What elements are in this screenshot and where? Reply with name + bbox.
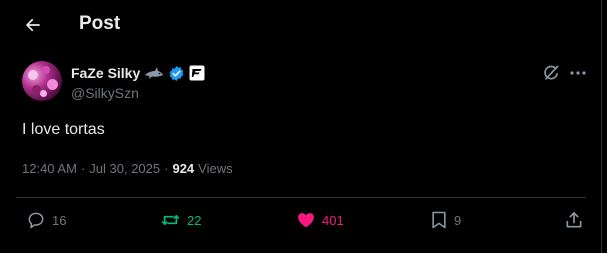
repost-button[interactable]: 22 — [160, 204, 201, 236]
author-name-row: FaZe Silky — [71, 63, 205, 83]
post-date[interactable]: Jul 30, 2025 — [89, 161, 160, 176]
post-detail-panel: Post FaZe Silky @SilkySzn I love tortas … — [0, 0, 602, 253]
heart-icon — [296, 210, 316, 230]
post-time[interactable]: 12:40 AM — [22, 161, 77, 176]
share-button[interactable] — [564, 204, 584, 236]
reply-button[interactable]: 16 — [26, 204, 66, 236]
reply-icon — [26, 210, 46, 230]
post-text: I love tortas — [22, 121, 105, 138]
like-count: 401 — [322, 212, 344, 228]
grok-button[interactable] — [541, 63, 561, 88]
reply-count: 16 — [52, 212, 67, 228]
divider — [16, 197, 586, 198]
author-handle[interactable]: @SilkySzn — [71, 85, 139, 101]
like-button[interactable]: 401 — [296, 204, 344, 236]
repost-icon — [160, 210, 181, 230]
page-header: Post — [0, 0, 600, 50]
views-label: Views — [198, 161, 233, 176]
post-meta: 12:40 AM · Jul 30, 2025 · 924 Views — [22, 161, 233, 176]
more-button[interactable] — [568, 63, 588, 88]
action-bar: 16 22 401 9 — [0, 204, 600, 236]
meta-separator: · — [80, 161, 86, 176]
repost-count: 22 — [187, 212, 202, 228]
bookmark-count: 9 — [454, 212, 462, 228]
shark-icon — [144, 66, 164, 80]
meta-separator: · — [164, 161, 169, 176]
author-display-name[interactable]: FaZe Silky — [71, 65, 140, 81]
verified-badge-icon[interactable] — [168, 65, 185, 82]
page-title: Post — [79, 13, 121, 34]
share-icon — [564, 210, 584, 230]
back-button[interactable] — [16, 8, 50, 42]
more-icon — [568, 63, 588, 83]
grok-icon — [541, 63, 561, 83]
bookmark-button[interactable]: 9 — [430, 204, 461, 236]
views-count: 924 — [172, 161, 195, 176]
faze-logo-icon[interactable] — [189, 65, 205, 81]
arrow-left-icon — [24, 16, 42, 34]
bookmark-icon — [430, 210, 448, 230]
avatar[interactable] — [22, 61, 62, 101]
